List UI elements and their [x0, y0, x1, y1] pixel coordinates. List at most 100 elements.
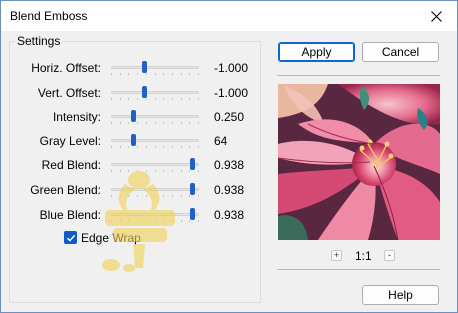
edge-wrap-label: Edge Wrap: [81, 231, 141, 245]
vert-offset-track[interactable]: [111, 91, 199, 94]
green-blend-thumb[interactable]: [189, 183, 195, 195]
slider-tick: [111, 220, 112, 222]
gray-level-value: 64: [214, 134, 228, 148]
gray-level-thumb[interactable]: [131, 134, 136, 146]
slider-tick: [119, 146, 121, 148]
slider-tick: [198, 73, 199, 75]
slider-tick: [163, 98, 165, 100]
slider-tick: [163, 195, 165, 197]
slider-tick: [111, 195, 112, 197]
slider-tick: [111, 170, 112, 172]
green-blend-ticks: [111, 195, 199, 198]
horiz-offset-ticks: [111, 73, 199, 76]
slider-tick: [163, 122, 165, 124]
intensity-value: 0.250: [214, 110, 245, 124]
slider-tick: [189, 73, 191, 75]
slider-tick: [145, 146, 147, 148]
horiz-offset-track[interactable]: [111, 66, 199, 69]
slider-tick: [189, 195, 191, 197]
blue-blend-track[interactable]: [111, 213, 199, 216]
zoom-out-button[interactable]: -: [384, 250, 395, 261]
close-button[interactable]: [415, 1, 457, 31]
red-blend-thumb[interactable]: [189, 158, 195, 170]
slider-tick: [128, 98, 130, 100]
slider-tick: [137, 146, 139, 148]
top-divider: [277, 75, 440, 76]
slider-tick: [163, 146, 165, 148]
intensity-track[interactable]: [111, 115, 199, 118]
slider-tick: [198, 170, 199, 172]
red-blend-value: 0.938: [214, 158, 245, 172]
intensity-thumb[interactable]: [131, 110, 136, 122]
vert-offset-ticks: [111, 98, 199, 101]
apply-button[interactable]: Apply: [278, 42, 355, 62]
blue-blend-value: 0.938: [214, 208, 245, 222]
slider-tick: [189, 170, 191, 172]
red-blend-track[interactable]: [111, 163, 199, 166]
vert-offset-label: Vert. Offset:: [37, 86, 101, 100]
slider-tick: [119, 170, 121, 172]
gray-level-track[interactable]: [111, 139, 199, 142]
slider-tick: [137, 220, 139, 222]
slider-tick: [119, 195, 121, 197]
slider-tick: [119, 220, 121, 222]
slider-tick: [145, 195, 147, 197]
horiz-offset-thumb[interactable]: [142, 61, 148, 73]
settings-group-label: Settings: [14, 34, 64, 48]
slider-tick: [154, 170, 156, 172]
slider-tick: [128, 195, 130, 197]
preview-image[interactable]: [278, 84, 440, 240]
zoom-level: 1:1: [355, 249, 372, 263]
slider-tick: [180, 195, 182, 197]
slider-tick: [119, 98, 121, 100]
intensity-label: Intensity:: [52, 110, 101, 124]
slider-tick: [137, 73, 139, 75]
blue-blend-thumb[interactable]: [189, 208, 195, 220]
slider-tick: [198, 122, 199, 124]
slider-tick: [145, 73, 147, 75]
slider-tick: [145, 170, 147, 172]
slider-tick: [171, 220, 173, 222]
slider-tick: [137, 195, 139, 197]
gray-level-ticks: [111, 146, 199, 149]
flower-preview-icon: [278, 84, 440, 240]
vert-offset-value: -1.000: [214, 86, 249, 100]
help-button[interactable]: Help: [362, 285, 439, 305]
zoom-in-button[interactable]: +: [331, 250, 342, 261]
vert-offset-thumb[interactable]: [142, 86, 148, 98]
cancel-button[interactable]: Cancel: [362, 42, 439, 62]
checkbox-checked-icon[interactable]: [64, 231, 77, 244]
slider-tick: [189, 220, 191, 222]
slider-tick: [119, 122, 121, 124]
green-blend-label: Green Blend:: [30, 183, 101, 197]
slider-tick: [128, 220, 130, 222]
slider-tick: [171, 170, 173, 172]
slider-tick: [128, 73, 130, 75]
slider-row-green-blend: Green Blend: 0.938: [1, 180, 261, 200]
slider-row-red-blend: Red Blend: 0.938: [1, 155, 261, 175]
slider-tick: [198, 195, 199, 197]
slider-tick: [180, 220, 182, 222]
bottom-divider: [277, 269, 440, 270]
slider-tick: [171, 98, 173, 100]
slider-tick: [171, 195, 173, 197]
slider-tick: [128, 170, 130, 172]
slider-tick: [163, 170, 165, 172]
slider-tick: [111, 98, 112, 100]
blue-blend-label: Blue Blend:: [39, 208, 101, 222]
window-title: Blend Emboss: [10, 9, 88, 23]
slider-row-vert-offset: Vert. Offset: -1.000: [1, 83, 261, 103]
slider-tick: [171, 146, 173, 148]
green-blend-track[interactable]: [111, 188, 199, 191]
slider-tick: [180, 170, 182, 172]
slider-tick: [137, 170, 139, 172]
red-blend-label: Red Blend:: [41, 158, 101, 172]
slider-tick: [154, 146, 156, 148]
slider-tick: [180, 98, 182, 100]
slider-tick: [171, 122, 173, 124]
slider-tick: [154, 98, 156, 100]
blend-emboss-dialog: Blend Emboss Settings Horiz. Offset: -1.…: [0, 0, 458, 313]
slider-tick: [111, 73, 112, 75]
horiz-offset-label: Horiz. Offset:: [31, 61, 101, 75]
slider-tick: [198, 98, 199, 100]
